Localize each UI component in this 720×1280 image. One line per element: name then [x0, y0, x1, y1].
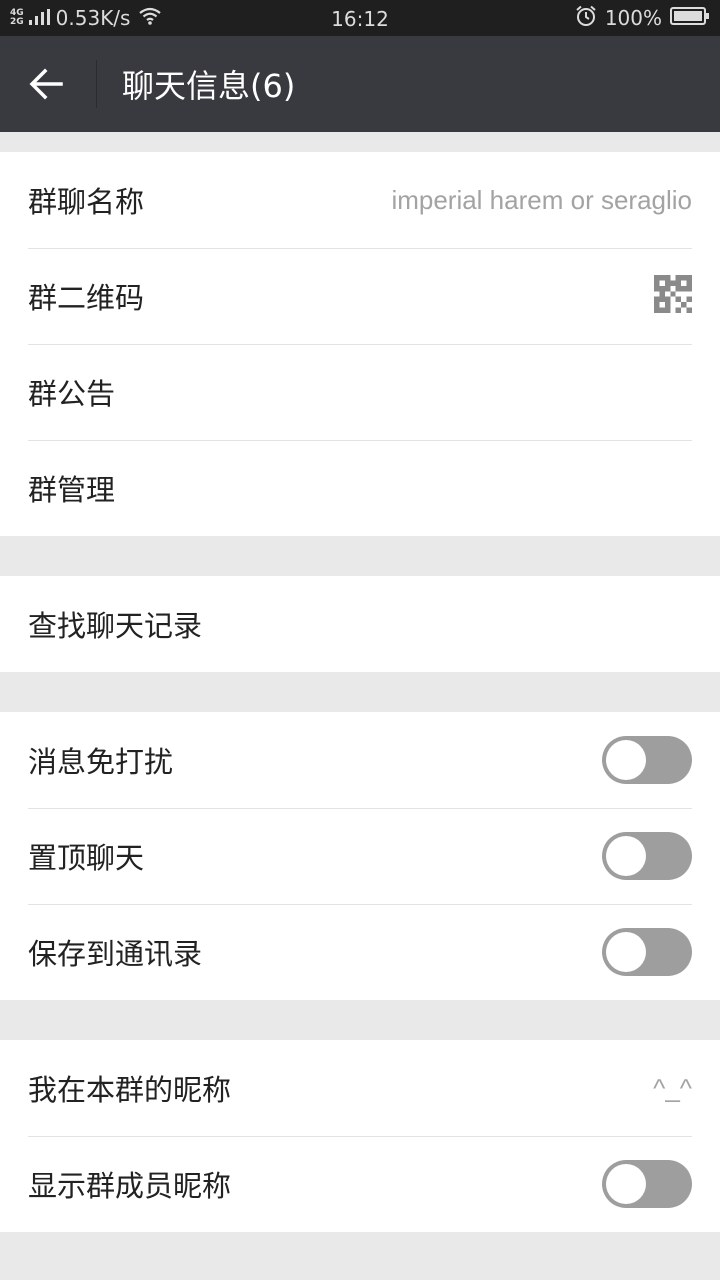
group-notice-row[interactable]: 群公告: [0, 344, 720, 440]
save-contacts-label: 保存到通讯录: [28, 937, 203, 971]
wifi-icon: [134, 6, 162, 30]
search-section: 查找聊天记录: [0, 576, 720, 672]
pin-chat-row: 置顶聊天: [0, 808, 720, 904]
group-name-row[interactable]: 群聊名称 imperial harem or seraglio: [0, 152, 720, 248]
group-info-section: 群聊名称 imperial harem or seraglio 群二维码 群公告…: [0, 152, 720, 536]
settings-section: 消息免打扰 置顶聊天 保存到通讯录: [0, 712, 720, 1000]
network-type: 4G 2G: [10, 9, 24, 27]
battery-icon: [670, 6, 710, 31]
pin-chat-label: 置顶聊天: [28, 841, 145, 875]
mute-label: 消息免打扰: [28, 745, 174, 779]
title-bar: 聊天信息(6): [0, 36, 720, 132]
back-arrow-icon: [29, 68, 63, 100]
title-divider: [96, 60, 97, 108]
my-nickname-value: ^_^: [653, 1072, 692, 1103]
signal-icon: [28, 6, 50, 30]
qr-code-icon: [654, 275, 692, 317]
group-qrcode-row[interactable]: 群二维码: [0, 248, 720, 344]
search-history-label: 查找聊天记录: [28, 609, 203, 643]
show-nickname-toggle-knob: [606, 1164, 646, 1204]
show-nickname-row: 显示群成员昵称: [0, 1136, 720, 1232]
my-nickname-row[interactable]: 我在本群的昵称 ^_^: [0, 1040, 720, 1136]
group-name-label: 群聊名称: [28, 185, 145, 219]
pin-chat-toggle-knob: [606, 836, 646, 876]
save-contacts-row: 保存到通讯录: [0, 904, 720, 1000]
show-nickname-label: 显示群成员昵称: [28, 1169, 232, 1203]
group-qrcode-label: 群二维码: [28, 281, 145, 315]
save-contacts-toggle[interactable]: [602, 928, 692, 976]
network-speed: 0.53K/s: [55, 6, 131, 30]
mute-toggle[interactable]: [602, 736, 692, 784]
search-history-row[interactable]: 查找聊天记录: [0, 576, 720, 672]
page-title: 聊天信息(6): [122, 67, 296, 105]
group-name-value: imperial harem or seraglio: [391, 184, 692, 215]
group-manage-row[interactable]: 群管理: [0, 440, 720, 536]
back-button[interactable]: [14, 52, 78, 116]
mute-toggle-knob: [606, 740, 646, 780]
battery-level: 100%: [604, 6, 662, 30]
mute-row: 消息免打扰: [0, 712, 720, 808]
group-notice-label: 群公告: [28, 377, 116, 411]
status-left: 4G 2G 0.53K/s: [10, 0, 162, 36]
status-right: 100%: [575, 0, 710, 36]
my-nickname-label: 我在本群的昵称: [28, 1073, 232, 1107]
nickname-section: 我在本群的昵称 ^_^ 显示群成员昵称: [0, 1040, 720, 1232]
network-type-bottom: 2G: [10, 17, 24, 27]
show-nickname-toggle[interactable]: [602, 1160, 692, 1208]
group-manage-label: 群管理: [28, 473, 116, 507]
status-bar: 4G 2G 0.53K/s 16:12 100%: [0, 0, 720, 36]
save-contacts-toggle-knob: [606, 932, 646, 972]
pin-chat-toggle[interactable]: [602, 832, 692, 880]
alarm-icon: [575, 5, 597, 32]
